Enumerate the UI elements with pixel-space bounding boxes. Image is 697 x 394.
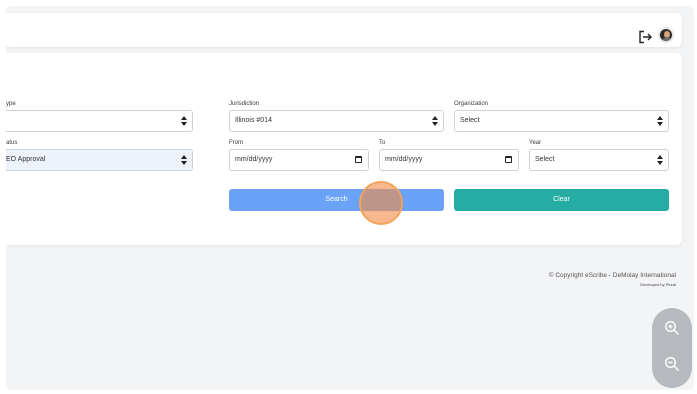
jurisdiction-value: Illinois #014: [235, 117, 272, 124]
from-date-placeholder: mm/dd/yyyy: [235, 156, 273, 163]
jurisdiction-label: Jurisdiction: [229, 101, 260, 107]
organization-label: Organization: [454, 101, 489, 107]
jurisdiction-select[interactable]: Illinois #014: [229, 110, 444, 132]
year-label: Year: [529, 140, 542, 146]
to-label: To: [379, 140, 386, 146]
sort-arrows-icon: [181, 155, 187, 165]
year-value: Select: [535, 156, 555, 163]
calendar-icon[interactable]: [355, 156, 362, 163]
year-select[interactable]: Select: [529, 149, 669, 171]
clear-button[interactable]: Clear: [454, 189, 669, 211]
from-date-input[interactable]: mm/dd/yyyy: [229, 149, 369, 171]
organization-value: Select: [460, 117, 480, 124]
sort-arrows-icon: [657, 116, 663, 126]
user-avatar[interactable]: [658, 27, 674, 43]
developer-credit: Developed by Plural: [640, 282, 676, 287]
organization-select[interactable]: Select: [454, 110, 669, 132]
type-label: ype: [6, 101, 16, 107]
filter-card: ype Jurisdiction Illinois #014 Organizat…: [6, 53, 682, 245]
status-label: atus: [6, 140, 18, 146]
zoom-out-icon[interactable]: [664, 356, 680, 372]
calendar-icon[interactable]: [505, 156, 512, 163]
to-date-placeholder: mm/dd/yyyy: [385, 156, 423, 163]
to-date-input[interactable]: mm/dd/yyyy: [379, 149, 519, 171]
sort-arrows-icon: [657, 155, 663, 165]
zoom-controls: [652, 308, 692, 388]
sort-arrows-icon: [432, 116, 438, 126]
search-button[interactable]: Search: [229, 189, 444, 211]
sort-arrows-icon: [181, 116, 187, 126]
status-value: EO Approval: [6, 156, 46, 163]
app-frame: ype Jurisdiction Illinois #014 Organizat…: [6, 6, 694, 390]
from-label: From: [229, 140, 243, 146]
copyright-text: © Copyright eScribe - DeMolay Internatio…: [548, 272, 676, 279]
type-select[interactable]: [6, 110, 193, 132]
top-bar: [6, 13, 682, 47]
logout-icon[interactable]: [637, 29, 653, 45]
status-select[interactable]: EO Approval: [6, 149, 193, 171]
avatar-body: [662, 37, 672, 41]
zoom-in-icon[interactable]: [664, 320, 680, 336]
click-indicator: [359, 181, 403, 225]
